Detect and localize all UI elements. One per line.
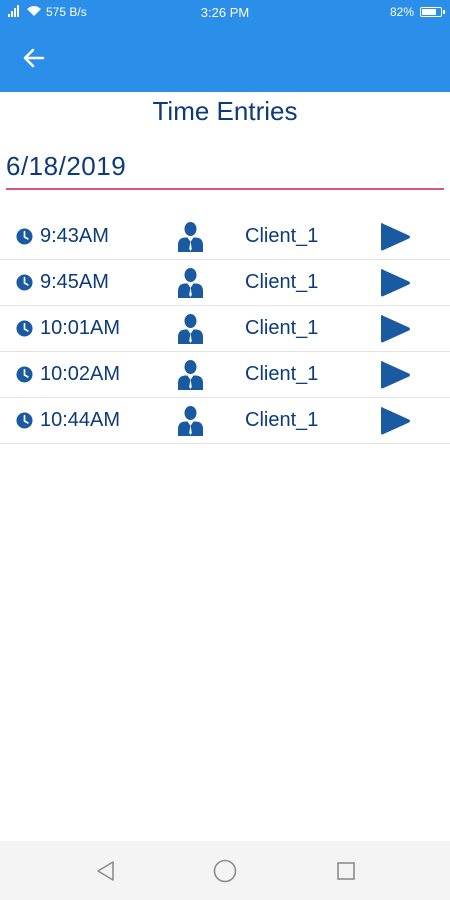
play-icon[interactable] (378, 359, 412, 391)
nav-home-button[interactable] (212, 858, 238, 884)
date-field[interactable]: 6/18/2019 (6, 148, 444, 190)
play-icon[interactable] (378, 267, 412, 299)
time-entry-row[interactable]: 10:02AM Client_1 (0, 352, 450, 398)
arrow-left-icon (23, 48, 45, 68)
person-icon (178, 360, 203, 390)
nav-recents-button[interactable] (333, 858, 359, 884)
clock-icon (16, 366, 33, 383)
time-entry-row[interactable]: 9:45AM Client_1 (0, 260, 450, 306)
person-icon (178, 314, 203, 344)
time-entries-list: 9:43AM Client_1 9:45AM Client_1 10:01AM Clien… (0, 214, 450, 444)
person-icon (178, 268, 203, 298)
back-button[interactable] (16, 40, 52, 76)
play-icon[interactable] (378, 405, 412, 437)
play-icon[interactable] (378, 221, 412, 253)
entry-time: 10:02AM (40, 363, 121, 385)
clock-icon (16, 412, 33, 429)
triangle-back-icon (97, 861, 114, 881)
entry-client: Client_1 (245, 409, 319, 431)
time-entry-row[interactable]: 10:44AM Client_1 (0, 398, 450, 444)
person-icon (178, 222, 203, 252)
status-right: 82% (389, 0, 445, 24)
status-time: 3:26 PM (200, 4, 250, 20)
time-entry-row[interactable]: 10:01AM Client_1 (0, 306, 450, 352)
status-bar: 575 B/s 3:26 PM 82% (0, 0, 450, 24)
date-value: 6/18/2019 (6, 151, 127, 181)
clock-icon (16, 320, 33, 337)
entry-client: Client_1 (245, 317, 319, 339)
entry-client: Client_1 (245, 271, 319, 293)
entry-time: 10:01AM (40, 317, 121, 339)
entry-time: 9:43AM (40, 225, 109, 247)
circle-home-icon (213, 859, 237, 883)
entry-time: 10:44AM (40, 409, 121, 431)
nav-back-button[interactable] (93, 858, 119, 884)
entry-client: Client_1 (245, 363, 319, 385)
play-icon[interactable] (378, 313, 412, 345)
system-nav-bar (0, 841, 450, 900)
entry-time: 9:45AM (40, 271, 109, 293)
clock-icon (16, 228, 33, 245)
battery-icon (420, 7, 445, 17)
square-recents-icon (337, 862, 355, 880)
time-entry-row[interactable]: 9:43AM Client_1 (0, 214, 450, 260)
clock-icon (16, 274, 33, 291)
page-title: Time Entries (152, 96, 298, 126)
app-bar (0, 24, 450, 92)
person-icon (178, 406, 203, 436)
battery-percentage: 82% (389, 5, 414, 19)
entry-client: Client_1 (245, 225, 319, 247)
